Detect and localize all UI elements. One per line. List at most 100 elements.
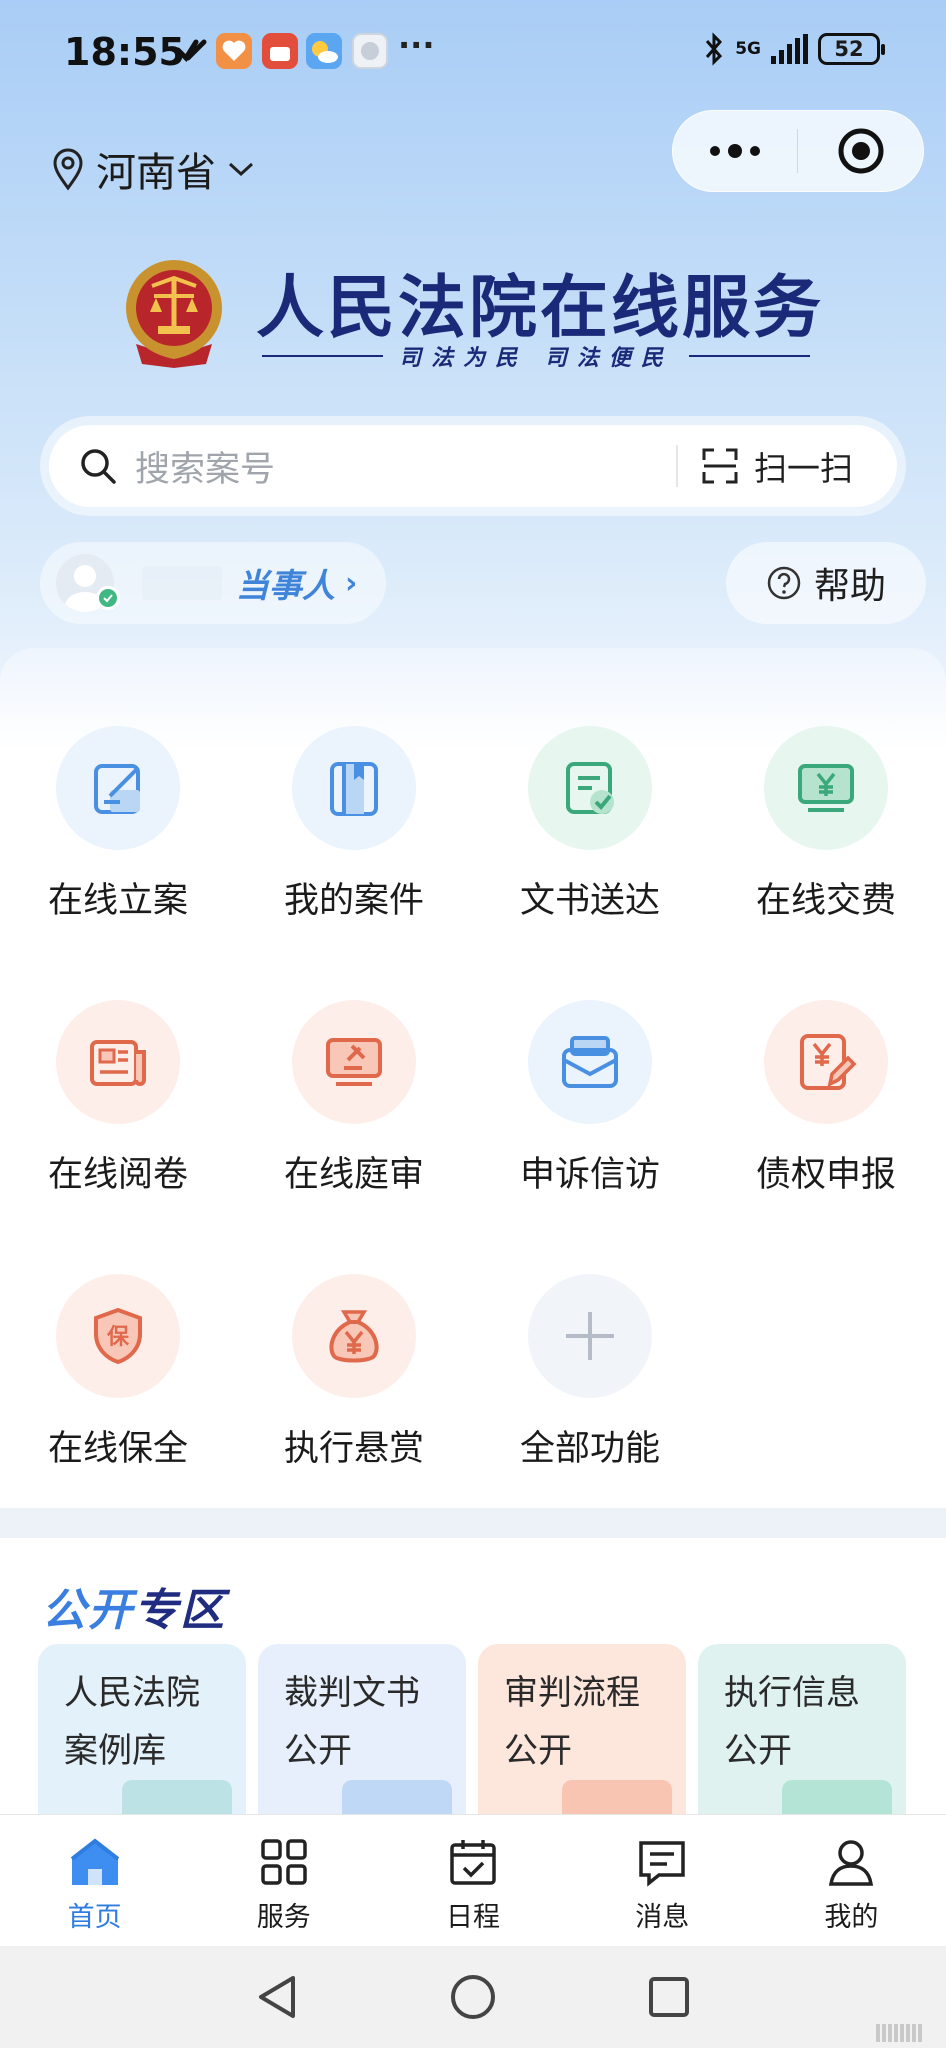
public-zone-title-b: 专区: [134, 1585, 226, 1636]
bluetooth-icon: [706, 32, 723, 66]
user-name-redacted: [142, 566, 222, 600]
plus-icon: [566, 1312, 614, 1360]
case-book-icon: [330, 762, 378, 816]
search-bar: 搜索案号 扫一扫: [40, 416, 906, 516]
home-circle-icon[interactable]: [449, 1973, 497, 2021]
service-label: 在线保全: [47, 1429, 188, 1469]
service-all-functions[interactable]: 全部功能: [472, 1274, 708, 1471]
location-selector[interactable]: 河南省: [50, 140, 256, 198]
recents-icon[interactable]: [647, 1975, 691, 2019]
service-label: 在线庭审: [283, 1155, 424, 1195]
document-check-icon: [566, 762, 614, 814]
service-label: 债权申报: [755, 1155, 896, 1195]
mailbox-icon: [562, 1036, 618, 1088]
newspaper-icon: [90, 1040, 146, 1086]
service-online-file-review[interactable]: 在线阅卷: [0, 1000, 236, 1197]
scan-button[interactable]: 扫一扫: [678, 442, 897, 490]
watermark-mark: [876, 2024, 922, 2042]
slogan-line-left: [262, 355, 384, 357]
weather-app-icon: [306, 33, 342, 69]
battery-icon: 52: [818, 33, 885, 65]
help-button[interactable]: 帮助: [726, 542, 926, 624]
section-divider: [0, 1508, 946, 1538]
court-emblem-icon: [126, 260, 222, 368]
status-time: 18:55: [64, 30, 185, 74]
app-notification-icon: [175, 39, 207, 62]
assistant-app-icon: [352, 33, 388, 69]
service-online-preservation[interactable]: 保 在线保全: [0, 1274, 236, 1471]
zone-card-label: 裁判文书公开: [284, 1673, 420, 1771]
message-icon: [639, 1841, 685, 1887]
tab-services[interactable]: 服务: [189, 1815, 378, 1946]
service-label: 我的案件: [283, 881, 424, 921]
user-role: 当事人: [236, 566, 335, 605]
status-bar: 18:55 ··· 5G 52: [0, 0, 946, 100]
service-label: 在线立案: [47, 881, 188, 921]
scan-icon: [702, 448, 738, 484]
capsule-more-button[interactable]: [673, 111, 797, 191]
yuan-monitor-icon: [798, 764, 854, 812]
public-zone-title-a: 公开: [42, 1585, 134, 1636]
grid-icon: [261, 1839, 307, 1885]
search-icon: [81, 449, 116, 484]
yuan-edit-icon: [800, 1034, 857, 1090]
zone-card-label: 执行信息公开: [724, 1673, 860, 1771]
service-online-filing[interactable]: 在线立案: [0, 726, 236, 923]
zone-card-label: 人民法院案例库: [64, 1673, 200, 1771]
calendar-icon: [450, 1840, 496, 1885]
gavel-screen-icon: [326, 1038, 382, 1086]
target-close-icon: [838, 128, 883, 174]
battery-level: 52: [834, 37, 864, 61]
zone-card-label: 审判流程公开: [504, 1673, 640, 1771]
chevron-right-icon: ›: [345, 565, 358, 601]
shield-bao-icon: 保: [94, 1307, 142, 1365]
home-icon: [70, 1838, 119, 1885]
service-label: 执行悬赏: [283, 1429, 424, 1469]
tab-home[interactable]: 首页: [0, 1815, 189, 1946]
news-app-icon: [262, 33, 298, 69]
location-label: 河南省: [96, 150, 216, 196]
health-app-icon: [216, 33, 252, 69]
help-icon: [767, 566, 801, 600]
svg-text:保: 保: [106, 1325, 130, 1350]
verified-badge-icon: [96, 586, 120, 610]
user-identity-button[interactable]: 当事人 ›: [40, 542, 386, 624]
slogan-text: 司法为民 司法便民: [399, 345, 673, 371]
capsule-close-button[interactable]: [798, 126, 923, 176]
service-label: 文书送达: [519, 881, 660, 921]
tab-messages[interactable]: 消息: [568, 1815, 757, 1946]
tab-label: 消息: [635, 1902, 690, 1933]
bottom-tab-bar: 首页 服务 日程 消息 我的: [0, 1814, 946, 1946]
service-claim-declaration[interactable]: 债权申报: [708, 1000, 944, 1197]
system-navigation-bar: [0, 1946, 946, 2048]
tab-schedule[interactable]: 日程: [378, 1815, 567, 1946]
tab-label: 我的: [824, 1902, 879, 1933]
more-notifications-icon: ···: [398, 26, 435, 64]
tab-mine[interactable]: 我的: [757, 1815, 946, 1946]
user-icon: [829, 1840, 874, 1886]
service-execution-reward[interactable]: 执行悬赏: [236, 1274, 472, 1471]
service-online-payment[interactable]: 在线交费: [708, 726, 944, 923]
service-my-cases[interactable]: 我的案件: [236, 726, 472, 923]
edit-form-icon: [94, 764, 140, 814]
signal-icon: [771, 34, 808, 64]
location-pin-icon: [53, 148, 83, 191]
public-zone-title: 公开专区: [42, 1574, 226, 1638]
tab-label: 服务: [256, 1902, 311, 1933]
service-online-hearing[interactable]: 在线庭审: [236, 1000, 472, 1197]
search-input[interactable]: 搜索案号: [135, 441, 676, 492]
service-label: 申诉信访: [519, 1155, 660, 1195]
tab-label: 日程: [446, 1902, 500, 1933]
service-petition-visits[interactable]: 申诉信访: [472, 1000, 708, 1197]
service-label: 在线阅卷: [47, 1155, 188, 1195]
money-bag-icon: [329, 1310, 379, 1363]
network-type: 5G: [735, 38, 761, 59]
service-label: 全部功能: [519, 1429, 660, 1469]
tab-label: 首页: [67, 1902, 122, 1933]
miniprogram-capsule: [672, 110, 924, 192]
back-icon[interactable]: [255, 1972, 299, 2022]
page-title: 人民法院在线服务: [256, 268, 825, 348]
scan-label: 扫一扫: [754, 449, 853, 488]
service-document-delivery[interactable]: 文书送达: [472, 726, 708, 923]
slogan-line-right: [688, 355, 811, 357]
